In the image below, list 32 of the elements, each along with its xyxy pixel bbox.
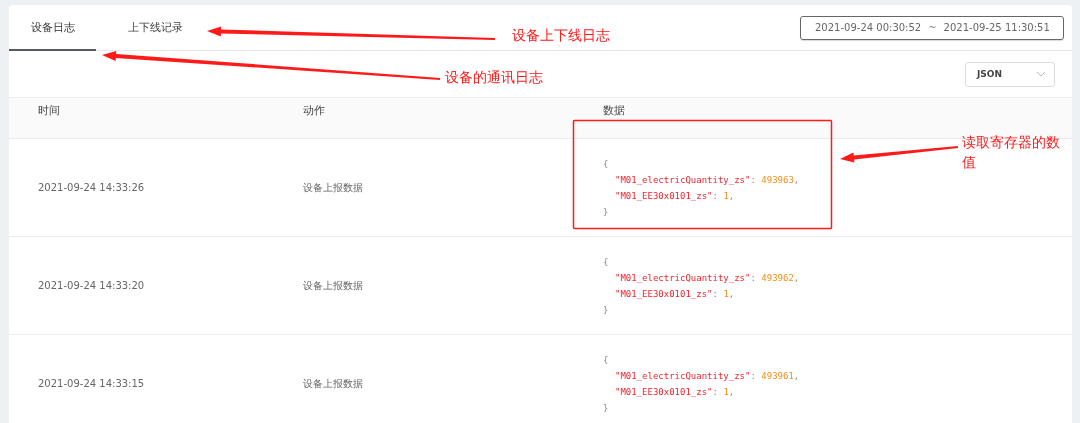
annotation-label: 读取寄存器的数值 — [962, 133, 1061, 172]
column-header: 数据 — [603, 103, 625, 118]
end-date: 2021-09-25 11:30:51 — [943, 22, 1050, 33]
start-date: 2021-09-24 00:30:52 — [815, 22, 922, 33]
json-brace: } — [603, 303, 610, 317]
json-brace: { — [603, 353, 610, 367]
range-separator: ~ — [928, 22, 937, 33]
time-cell: 2021-09-24 14:33:15 — [38, 378, 145, 389]
json-brace: { — [603, 157, 610, 171]
action-cell: 设备上报数据 — [303, 376, 363, 391]
date-range-field[interactable]: 2021-09-24 00:30:52 ~ 2021-09-25 11:30:51 — [800, 15, 1064, 40]
json-brace: { — [603, 255, 610, 269]
time-cell: 2021-09-24 14:33:20 — [38, 280, 145, 291]
tab[interactable]: 上下线记录 — [106, 5, 204, 51]
json-line: "M01_EE30x0101_zs": 1, — [614, 287, 736, 301]
action-cell: 设备上报数据 — [303, 180, 363, 195]
tab[interactable]: 设备日志 — [9, 5, 96, 51]
format-select[interactable]: JSON — [965, 61, 1055, 87]
column-header: 时间 — [38, 103, 60, 118]
json-line: "M01_electricQuantity_zs": 493962, — [614, 271, 800, 285]
time-cell: 2021-09-24 14:33:26 — [38, 182, 145, 193]
json-line: "M01_EE30x0101_zs": 1, — [614, 385, 736, 399]
annotation-label: 设备的通讯日志 — [445, 69, 543, 87]
json-line: "M01_electricQuantity_zs": 493963, — [614, 173, 800, 187]
json-brace: } — [603, 401, 610, 415]
json-brace: } — [603, 205, 610, 219]
json-line: "M01_electricQuantity_zs": 493961, — [614, 369, 800, 383]
column-header: 动作 — [303, 103, 325, 118]
action-cell: 设备上报数据 — [303, 278, 363, 293]
annotation-label: 设备上下线日志 — [512, 27, 610, 45]
json-line: "M01_EE30x0101_zs": 1, — [614, 189, 736, 203]
chevron-down-icon — [1036, 71, 1046, 77]
